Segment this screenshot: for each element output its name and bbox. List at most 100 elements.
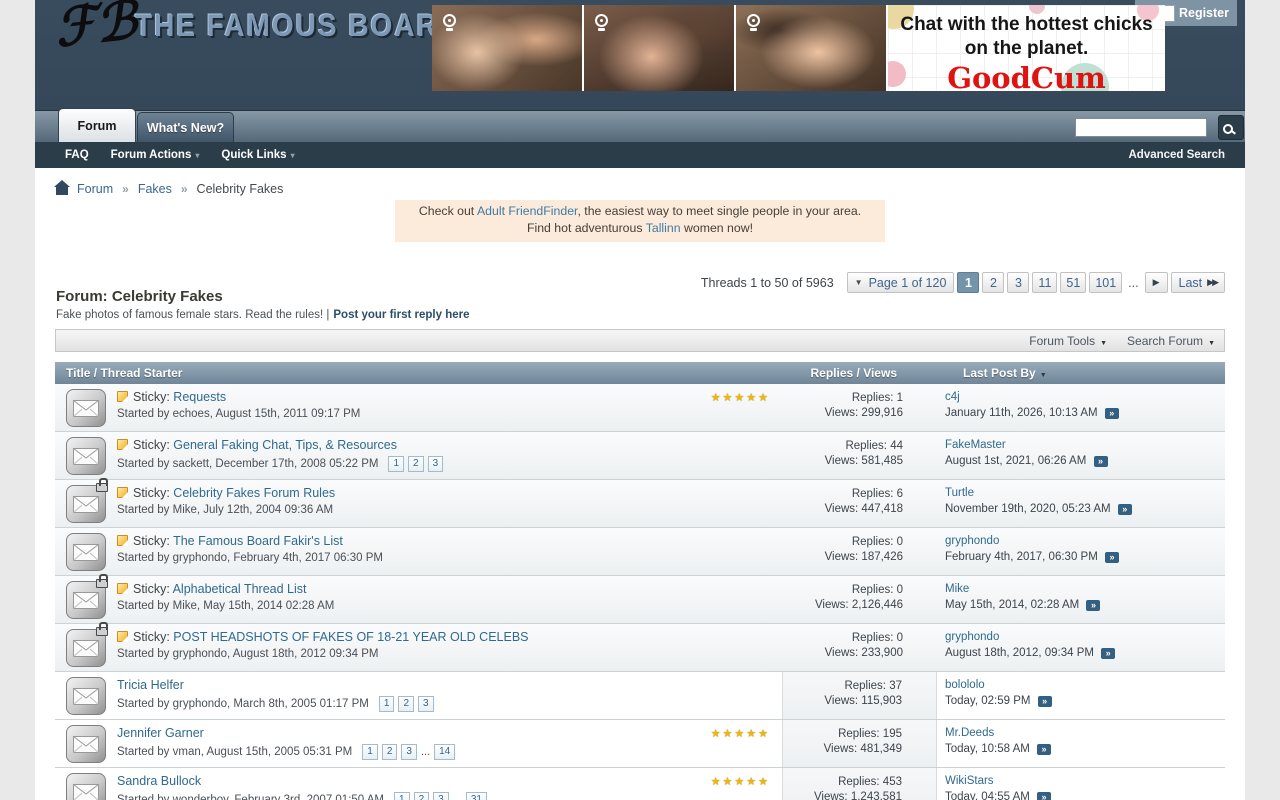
table-row: Sandra BullockStarted by wonderboy, Febr… <box>55 768 1225 800</box>
ad-banner[interactable]: Chat with the hottest chicks on the plan… <box>432 5 1165 91</box>
column-replies-views[interactable]: Replies / Views <box>782 366 937 380</box>
views-count: Views: 1,243,581 <box>783 790 902 800</box>
next-page-button[interactable]: ▶ <box>1145 272 1168 293</box>
last-post-user-link[interactable]: gryphondo <box>945 630 999 645</box>
thread-page-link[interactable]: 3 <box>401 744 417 760</box>
tab-forum[interactable]: Forum <box>58 108 136 142</box>
page-selector-label: Page 1 of 120 <box>869 276 947 290</box>
thread-title-link[interactable]: Sandra Bullock <box>117 774 201 788</box>
forum-tools-menu[interactable]: Forum Tools▼ <box>1029 334 1107 348</box>
forum-description-text: Fake photos of famous female stars. Read… <box>56 309 329 321</box>
thread-page-link[interactable]: 3 <box>418 696 434 712</box>
thread-title-link[interactable]: POST HEADSHOTS OF FAKES OF 18-21 YEAR OL… <box>173 630 528 644</box>
last-post-cell: gryphondoAugust 18th, 2012, 09:34 PM » <box>937 624 1225 671</box>
search-input[interactable] <box>1075 118 1207 137</box>
post-first-reply-link[interactable]: Post your first reply here <box>333 309 469 321</box>
last-post-user-link[interactable]: bolololo <box>945 678 985 693</box>
thread-page-link[interactable]: 1 <box>362 744 378 760</box>
goto-last-post-icon[interactable]: » <box>1105 552 1119 563</box>
last-label: Last <box>1179 276 1203 290</box>
page-button-51[interactable]: 51 <box>1060 272 1086 293</box>
last-page-button[interactable]: Last▶▶ <box>1171 272 1225 293</box>
column-title-thread-starter[interactable]: Title / Thread Starter <box>55 366 782 380</box>
sticky-note-icon <box>117 535 128 546</box>
thread-page-link[interactable]: 1 <box>379 696 395 712</box>
thread-page-link[interactable]: 2 <box>382 744 398 760</box>
column-last-post-by[interactable]: Last Post By▼ <box>937 366 1225 380</box>
goto-last-post-icon[interactable]: » <box>1105 408 1119 419</box>
table-row: Tricia HelferStarted by gryphondo, March… <box>55 672 1225 720</box>
ad-text-panel[interactable]: Chat with the hottest chicks on the plan… <box>888 5 1165 91</box>
ad-photo-3[interactable] <box>736 5 886 91</box>
replies-views-cell: Replies: 453Views: 1,243,581 <box>782 768 937 800</box>
last-post-user-link[interactable]: Mike <box>945 582 969 597</box>
thread-meta-line: Started by Mike, July 12th, 2004 09:36 A… <box>117 504 782 516</box>
thread-page-link[interactable]: 3 <box>428 456 444 472</box>
page-selector-button[interactable]: ▼Page 1 of 120 <box>847 272 955 293</box>
lock-icon <box>96 483 108 492</box>
register-link[interactable]: Register <box>1179 6 1229 20</box>
ad-photo-2[interactable] <box>584 5 734 91</box>
sticky-prefix: Sticky: <box>133 534 173 548</box>
notice-text: , the easiest way to meet single people … <box>577 204 861 218</box>
replies-count: Replies: 44 <box>782 439 903 454</box>
thread-title-link[interactable]: General Faking Chat, Tips, & Resources <box>173 438 397 452</box>
notice-link-tallinn[interactable]: Tallinn <box>646 221 681 235</box>
last-post-date: Today, 10:58 AM » <box>945 742 1225 757</box>
thread-page-link[interactable]: 31 <box>466 792 487 800</box>
goto-last-post-icon[interactable]: » <box>1037 744 1051 755</box>
goto-last-post-icon[interactable]: » <box>1101 648 1115 659</box>
thread-title-link[interactable]: Celebrity Fakes Forum Rules <box>173 486 335 500</box>
home-icon[interactable] <box>56 187 68 195</box>
page-button-2[interactable]: 2 <box>982 272 1004 293</box>
thread-page-link[interactable]: 3 <box>433 792 449 800</box>
goto-last-post-icon[interactable]: » <box>1037 792 1051 800</box>
goto-last-post-icon[interactable]: » <box>1094 456 1108 467</box>
ad-photo-1[interactable] <box>432 5 582 91</box>
last-post-user-link[interactable]: FakeMaster <box>945 438 1006 453</box>
page-button-101[interactable]: 101 <box>1089 272 1122 293</box>
thread-page-link[interactable]: 1 <box>394 792 410 800</box>
thread-page-link[interactable]: 14 <box>434 744 455 760</box>
last-post-user-link[interactable]: WikiStars <box>945 774 994 789</box>
goto-last-post-icon[interactable]: » <box>1118 504 1132 515</box>
last-post-user-link[interactable]: c4j <box>945 390 960 405</box>
thread-status-icon <box>66 773 106 800</box>
thread-title-link[interactable]: Requests <box>173 390 226 404</box>
last-post-user-link[interactable]: gryphondo <box>945 534 999 549</box>
tab-whats-new[interactable]: What's New? <box>137 112 234 142</box>
subnav-quick-links[interactable]: Quick Links▾ <box>221 149 294 161</box>
advanced-search-link[interactable]: Advanced Search <box>1128 149 1225 161</box>
page-ellipsis: ... <box>421 746 430 758</box>
thread-page-link[interactable]: 2 <box>408 456 424 472</box>
replies-count: Replies: 0 <box>782 583 903 598</box>
last-post-user-link[interactable]: Turtle <box>945 486 974 501</box>
thread-page-link[interactable]: 1 <box>388 456 404 472</box>
thread-page-link[interactable]: 2 <box>398 696 414 712</box>
site-title[interactable]: THE FAMOUS BOARD <box>135 8 461 44</box>
goto-last-post-icon[interactable]: » <box>1038 696 1052 707</box>
thread-title-link[interactable]: Tricia Helfer <box>117 678 184 692</box>
search-forum-menu[interactable]: Search Forum▼ <box>1127 334 1215 348</box>
goto-last-post-icon[interactable]: » <box>1086 600 1100 611</box>
notice-link-adultfriendfinder[interactable]: Adult FriendFinder <box>477 204 577 218</box>
subnav-forum-actions[interactable]: Forum Actions▾ <box>111 149 200 161</box>
last-post-date: August 18th, 2012, 09:34 PM » <box>945 646 1225 661</box>
subnav-faq[interactable]: FAQ <box>65 149 89 161</box>
page-button-1[interactable]: 1 <box>957 272 979 293</box>
last-post-date: November 19th, 2020, 05:23 AM » <box>945 502 1225 517</box>
thread-title-link[interactable]: The Famous Board Fakir's List <box>173 534 343 548</box>
page-button-11[interactable]: 11 <box>1032 272 1057 293</box>
thread-title-link[interactable]: Alphabetical Thread List <box>173 582 307 596</box>
breadcrumb-fakes[interactable]: Fakes <box>138 182 172 196</box>
envelope-icon <box>66 533 106 571</box>
thread-title-line: Sticky: Celebrity Fakes Forum Rules <box>117 486 782 501</box>
views-count: Views: 299,916 <box>782 406 903 421</box>
page-button-3[interactable]: 3 <box>1007 272 1029 293</box>
site-logo-monogram[interactable]: ℱℬ <box>52 0 140 59</box>
last-post-user-link[interactable]: Mr.Deeds <box>945 726 994 741</box>
thread-page-link[interactable]: 2 <box>414 792 430 800</box>
search-button[interactable] <box>1218 115 1244 140</box>
thread-title-link[interactable]: Jennifer Garner <box>117 726 204 740</box>
breadcrumb-forum[interactable]: Forum <box>77 182 113 196</box>
